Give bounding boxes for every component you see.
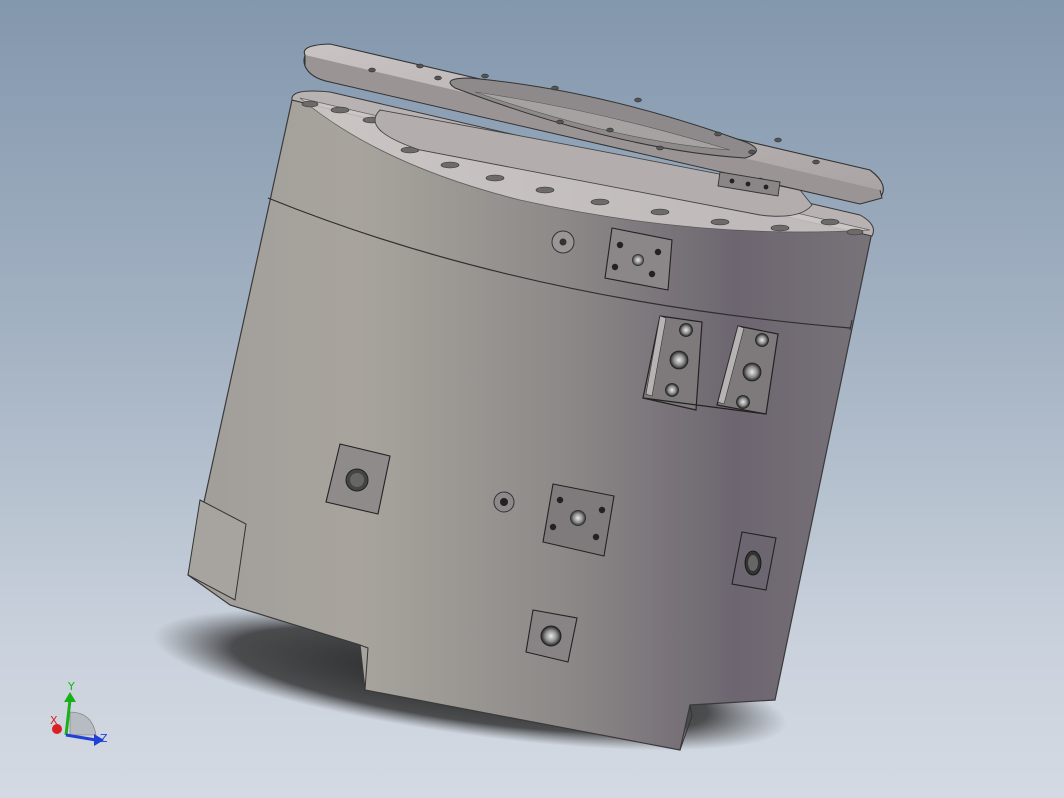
triad-y-arrow [64, 692, 76, 702]
bottom-port[interactable] [525, 609, 578, 663]
triad-z-label: Z [100, 732, 108, 745]
model-view[interactable]: Y X Z [0, 0, 1064, 798]
triad-quadrant [69, 711, 97, 736]
triad-x-label: X [50, 714, 58, 727]
triad-z-axis [65, 733, 97, 742]
coordinate-triad[interactable]: Y X Z [50, 680, 108, 746]
triad-y-axis [64, 699, 72, 736]
triad-y-label: Y [67, 680, 75, 693]
graphics-viewport[interactable]: Y X Z [0, 0, 1064, 798]
center-round-port[interactable] [493, 491, 515, 513]
upper-round-port[interactable] [551, 230, 575, 254]
